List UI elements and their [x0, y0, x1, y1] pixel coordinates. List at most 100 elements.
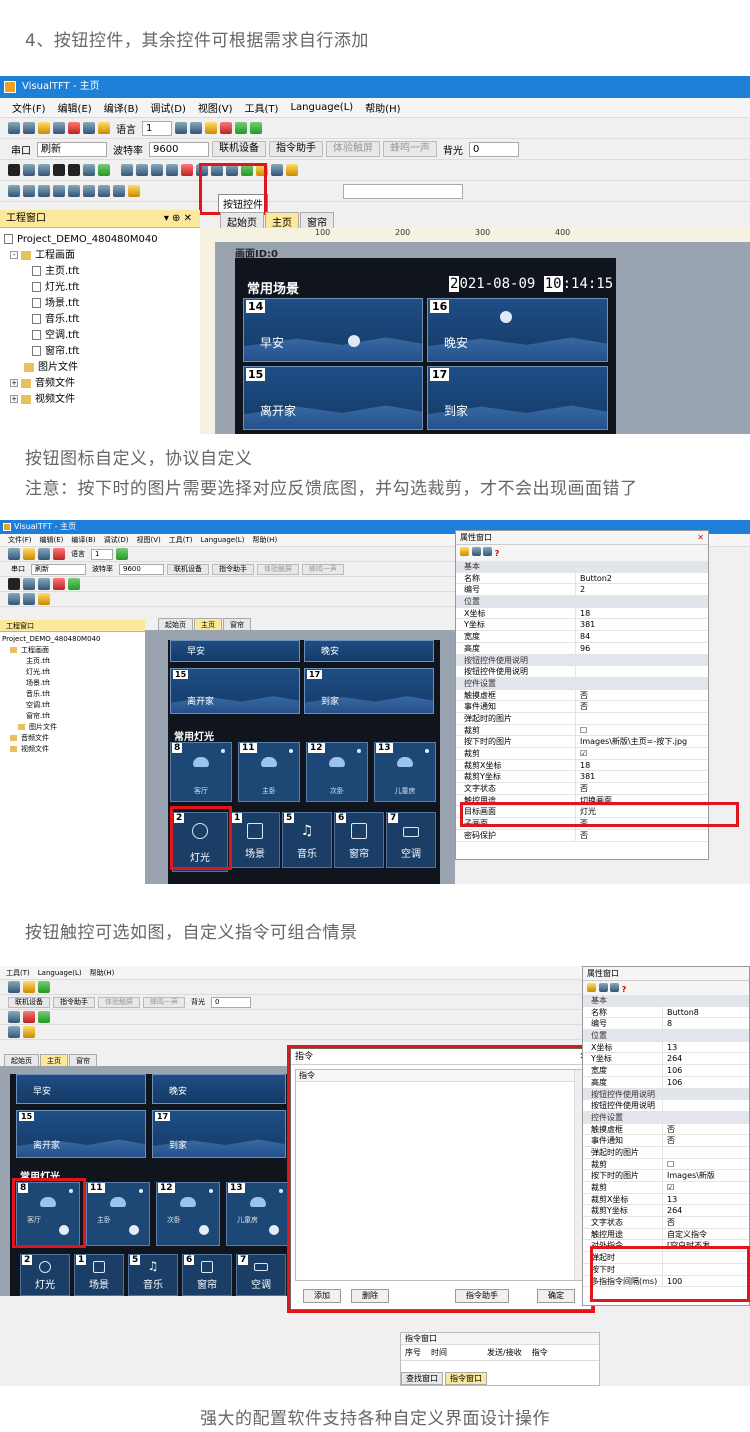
tree-file[interactable]: 场景.tft	[2, 678, 143, 689]
scene-tile[interactable]: 16 晚安	[427, 298, 608, 362]
zoom-in-icon[interactable]	[8, 1026, 20, 1038]
tree-file[interactable]: 灯光.tft	[2, 667, 143, 678]
property-row[interactable]: 裁剪Y坐标 264	[583, 1205, 749, 1218]
same-height-icon[interactable]	[83, 185, 95, 197]
baud-select[interactable]: 9600	[149, 141, 209, 157]
property-value[interactable]: Images\新版	[663, 1170, 749, 1181]
property-value[interactable]: 13	[663, 1194, 749, 1205]
property-row[interactable]: 按钮控件使用说明	[583, 1100, 749, 1112]
scene-tile[interactable]: 晚安	[304, 640, 434, 662]
scene-tile[interactable]: 早安	[16, 1074, 146, 1104]
pointer-icon[interactable]	[8, 164, 20, 176]
property-row[interactable]: 裁剪 ☑	[583, 1182, 749, 1194]
sort-category-icon[interactable]	[587, 983, 596, 992]
tree-file[interactable]: 音乐.tft	[4, 312, 196, 328]
tree-images[interactable]: 图片文件	[4, 360, 196, 376]
property-row[interactable]: X坐标 18	[456, 607, 708, 620]
property-value[interactable]: 13	[663, 1042, 749, 1053]
pen-icon[interactable]	[286, 164, 298, 176]
property-value[interactable]: 否	[576, 830, 708, 841]
rtc-control-icon[interactable]	[23, 1011, 35, 1023]
expand-icon[interactable]: +	[10, 379, 18, 387]
property-value[interactable]	[576, 713, 708, 724]
property-row[interactable]: 触摸虚框否	[583, 1123, 749, 1136]
property-value[interactable]: ☐	[663, 1159, 749, 1170]
light-tile[interactable]: 11 主卧	[238, 742, 300, 802]
property-row[interactable]: 裁剪Y坐标 381	[456, 771, 708, 784]
port-select[interactable]: 刷新	[31, 563, 86, 575]
property-value[interactable]: 106	[663, 1077, 749, 1088]
lock-icon[interactable]	[98, 122, 110, 134]
property-value[interactable]: 否	[576, 690, 708, 701]
property-row[interactable]: 裁剪 ☐	[583, 1158, 749, 1171]
property-row[interactable]: 按下时的图片 Images\新版	[583, 1170, 749, 1182]
property-value[interactable]: 8	[663, 1018, 749, 1029]
pointer-icon[interactable]	[8, 578, 20, 590]
property-value[interactable]: Images\新版\主页=-按下.jpg	[576, 736, 708, 747]
rtc-control-icon[interactable]	[53, 578, 65, 590]
scene-tile[interactable]: 17 到家	[427, 366, 608, 430]
property-row[interactable]: 裁剪 ☐	[456, 724, 708, 737]
menu-view[interactable]: 视图(V)	[198, 100, 233, 115]
property-value[interactable]: 否	[663, 1124, 749, 1135]
menu-tools[interactable]: 工具(T)	[6, 968, 30, 978]
control-select[interactable]	[343, 183, 463, 199]
menu-language[interactable]: Language(L)	[201, 536, 245, 544]
property-row[interactable]: 裁剪 ☑	[456, 748, 708, 760]
help-icon[interactable]: ?	[495, 549, 500, 558]
tree-file[interactable]: 场景.tft	[4, 296, 196, 312]
line-icon[interactable]	[23, 164, 35, 176]
grid-icon[interactable]	[38, 593, 50, 605]
port-select[interactable]: 刷新	[37, 141, 107, 157]
zoom-out-icon[interactable]	[113, 185, 125, 197]
nav-tile[interactable]: 5 ♫ 音乐	[128, 1254, 178, 1296]
light-tile[interactable]: 13 儿童房	[374, 742, 436, 802]
sort-category-icon[interactable]	[460, 547, 469, 556]
property-row[interactable]: 裁剪X坐标 13	[583, 1193, 749, 1206]
light-tile[interactable]: 13 儿童房	[226, 1182, 290, 1246]
run-icon[interactable]	[116, 548, 128, 560]
slider-control-icon[interactable]	[68, 578, 80, 590]
property-value[interactable]: ☑	[576, 748, 708, 759]
beep-button[interactable]: 蜂鸣一声	[383, 141, 437, 157]
nav-tile[interactable]: 2 灯光	[20, 1254, 70, 1296]
property-value[interactable]: 264	[663, 1205, 749, 1216]
new-file-icon[interactable]	[8, 548, 20, 560]
connect-button[interactable]: 联机设备	[167, 563, 209, 575]
property-row[interactable]: 名称 Button2	[456, 572, 708, 585]
progress-control-icon[interactable]	[151, 164, 163, 176]
redo-icon[interactable]	[190, 122, 202, 134]
nav-tile[interactable]: 6 窗帘	[334, 812, 384, 868]
property-value[interactable]: 自定义指令	[663, 1229, 749, 1240]
property-value[interactable]: ☐	[576, 725, 708, 736]
property-pages-icon[interactable]	[610, 983, 620, 992]
property-pages-icon[interactable]	[483, 547, 493, 556]
menu-help[interactable]: 帮助(H)	[90, 968, 115, 978]
tree-file[interactable]: 主页.tft	[2, 656, 143, 667]
run-icon[interactable]	[250, 122, 262, 134]
menu-file[interactable]: 文件(F)	[12, 100, 46, 115]
tree-file[interactable]: 灯光.tft	[4, 280, 196, 296]
save-icon[interactable]	[53, 122, 65, 134]
property-row[interactable]: 高度 106	[583, 1076, 749, 1089]
text-control-icon[interactable]	[136, 164, 148, 176]
meter-control-icon[interactable]	[166, 164, 178, 176]
property-row[interactable]: 裁剪X坐标 18	[456, 759, 708, 772]
text-icon[interactable]	[83, 164, 95, 176]
connect-button[interactable]: 联机设备	[212, 141, 266, 157]
image-icon[interactable]	[98, 164, 110, 176]
cut-icon[interactable]	[68, 122, 80, 134]
tree-video[interactable]: + 视频文件	[4, 392, 196, 408]
property-value[interactable]	[663, 1147, 749, 1158]
run-icon[interactable]	[38, 981, 50, 993]
tree-audio[interactable]: + 音频文件	[4, 376, 196, 392]
light-tile[interactable]: 8 客厅	[170, 742, 232, 802]
scene-tile[interactable]: 早安	[170, 640, 300, 662]
property-row[interactable]: 触摸虚框否	[456, 689, 708, 702]
build-icon[interactable]	[23, 981, 35, 993]
property-row[interactable]: 高度 96	[456, 642, 708, 655]
scene-tile[interactable]: 晚安	[152, 1074, 286, 1104]
property-value[interactable]: Button2	[576, 573, 708, 584]
collapse-icon[interactable]: -	[10, 251, 18, 259]
align-right-icon[interactable]	[23, 185, 35, 197]
